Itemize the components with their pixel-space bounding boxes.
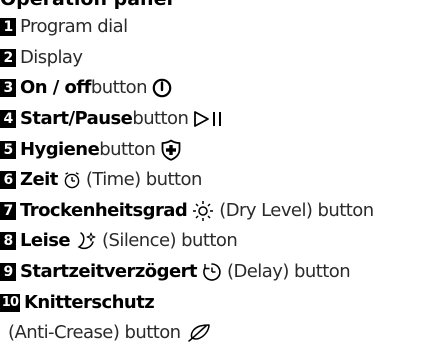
item-number: 6 [0, 171, 16, 190]
item-label-rest: button [99, 138, 156, 160]
list-item-knitterschutz: 10 Knitterschutz [0, 287, 442, 318]
moon-icon [75, 231, 97, 251]
item-label-bold: Zeit [20, 169, 58, 191]
item-label-rest: (Delay) button [227, 261, 351, 283]
hygiene-shield-icon [160, 139, 182, 161]
delay-clock-icon [202, 262, 222, 282]
list-item-on-off: 3 On / off button [0, 73, 442, 104]
start-pause-icon [193, 110, 225, 128]
item-label-rest: button [90, 77, 148, 99]
control-list: 1 Program dial 2 Display 3 On / off butt… [0, 12, 442, 349]
list-item-display: 2 Display [0, 43, 442, 74]
item-label: Display [20, 46, 83, 68]
item-label-bold: On / off [20, 77, 91, 99]
item-number: 10 [0, 293, 20, 312]
item-label: Program dial [20, 16, 128, 38]
item-label-rest: (Time) button [85, 169, 203, 191]
power-icon [152, 78, 172, 98]
list-item-knitterschutz-description: (Anti-Crease) button [0, 318, 442, 349]
section-heading: Operation panel [0, 0, 173, 10]
list-item-leise: 8 Leise (Silence) button [0, 226, 442, 257]
clock-icon [63, 171, 81, 189]
list-item-hygiene: 5 Hygiene button [0, 134, 442, 165]
item-number: 3 [0, 79, 16, 98]
item-number: 8 [0, 232, 16, 251]
feather-icon [186, 323, 212, 343]
item-number: 9 [0, 263, 16, 282]
item-label-rest: (Dry Level) button [219, 199, 374, 221]
list-item-trockenheitsgrad: 7 Trockenheitsgrad (Dry Level) button [0, 196, 442, 227]
item-label-bold: Leise [20, 230, 71, 252]
list-item-program-dial: 1 Program dial [0, 12, 442, 43]
item-label-rest: (Anti-Crease) button [8, 322, 181, 344]
item-label-bold: Trockenheitsgrad [20, 199, 188, 221]
item-number: 5 [0, 140, 16, 159]
item-label-bold: Hygiene [20, 138, 100, 160]
item-label-rest: (Silence) button [102, 230, 238, 252]
item-label-bold: Start/Pause [20, 108, 133, 130]
item-label-bold: Knitterschutz [24, 291, 155, 313]
item-number: 4 [0, 110, 16, 129]
list-item-start-pause: 4 Start/Pause button [0, 104, 442, 135]
sun-icon [192, 200, 214, 222]
list-item-startzeitverzoegert: 9 Startzeitverzögert (Delay) button [0, 257, 442, 288]
item-number: 1 [0, 18, 16, 37]
item-label-bold: Startzeitverzögert [20, 261, 198, 283]
item-label-rest: button [132, 108, 189, 130]
item-number: 2 [0, 48, 16, 67]
list-item-zeit: 6 Zeit (Time) button [0, 165, 442, 196]
item-number: 7 [0, 201, 16, 220]
